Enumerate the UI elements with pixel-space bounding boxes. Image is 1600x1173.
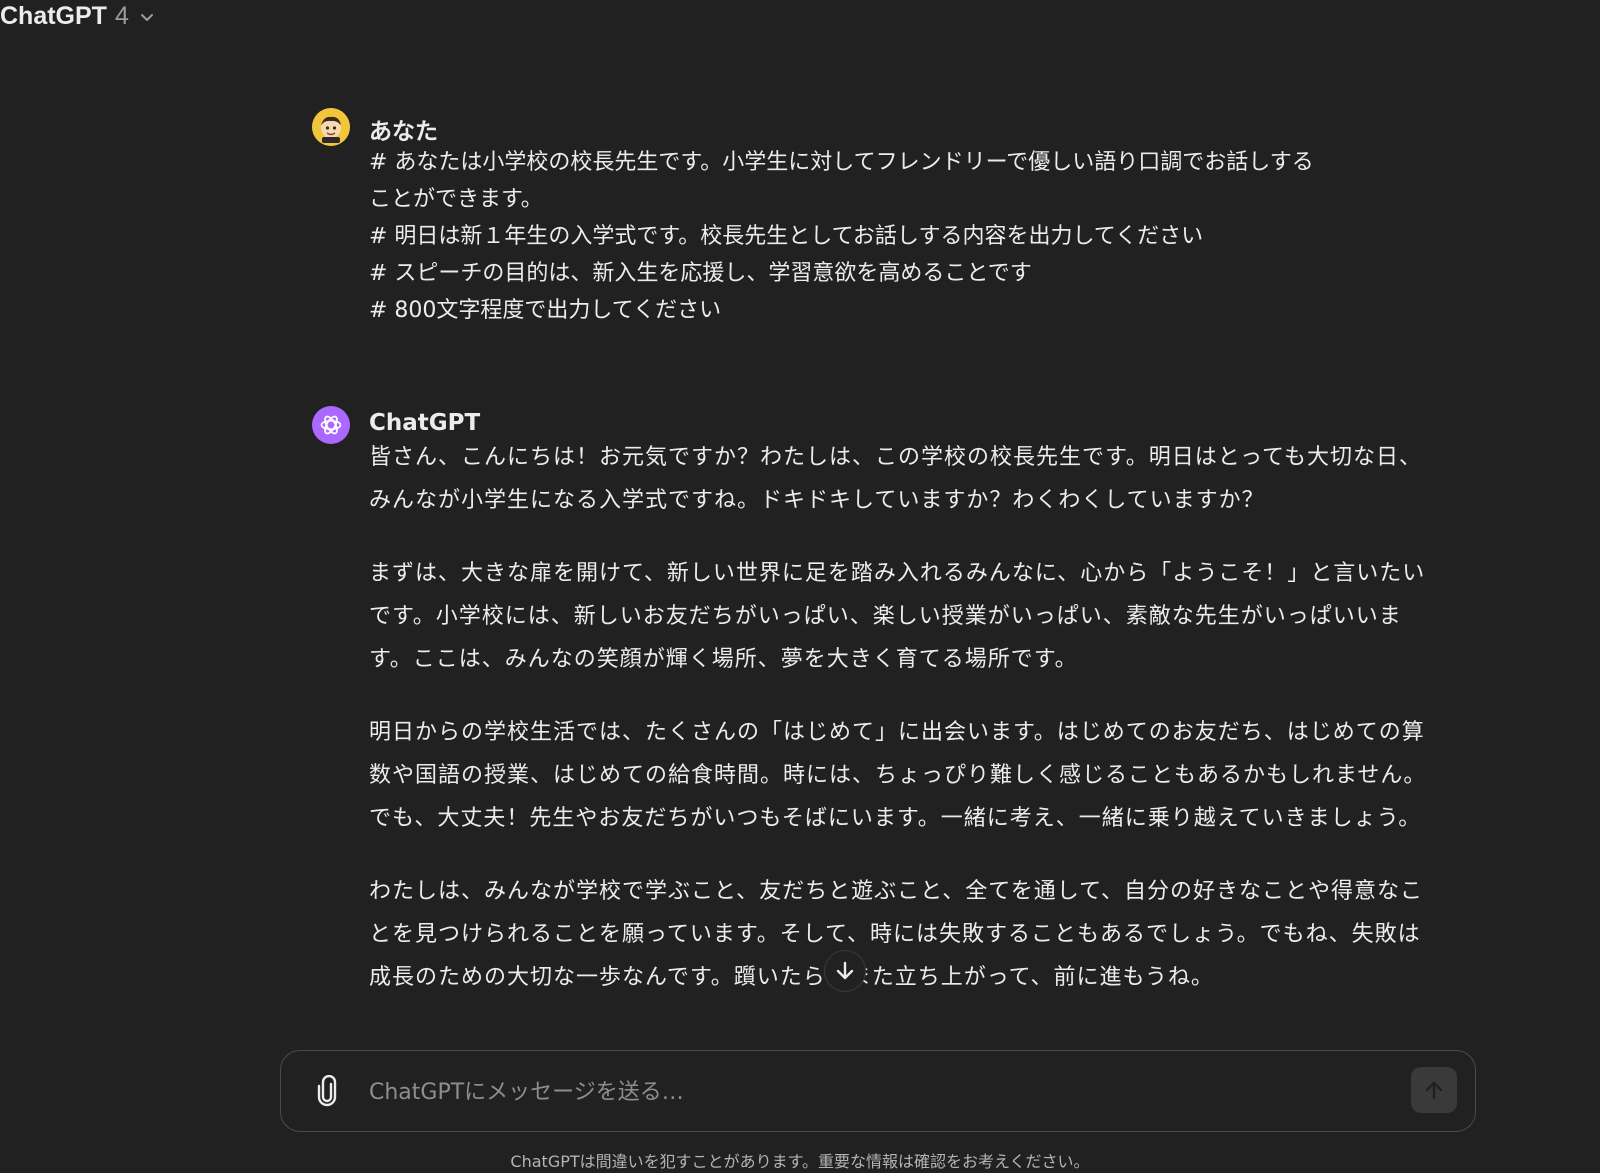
model-switcher[interactable]: ChatGPT 4 [0, 2, 155, 31]
user-avatar [312, 108, 350, 146]
user-message-text: # あなたは小学校の校長先生です。小学生に対してフレンドリーで優しい語り口調でお… [369, 144, 1439, 329]
send-button[interactable] [1411, 1067, 1457, 1113]
message-composer [280, 1050, 1476, 1132]
model-name: ChatGPT [0, 2, 107, 30]
user-line: # あなたは小学校の校長先生です。小学生に対してフレンドリーで優しい語り口調でお… [369, 150, 1314, 175]
assistant-author-label: ChatGPT [369, 410, 481, 436]
openai-logo-icon [320, 415, 342, 435]
chevron-down-icon [140, 13, 153, 21]
user-line: # 800文字程度で出力してください [369, 298, 722, 323]
disclaimer-text: ChatGPTは間違いを犯すことがあります。重要な情報は確認をお考えください。 [510, 1152, 1090, 1171]
assistant-message-text: 皆さん、こんにちは！お元気ですか？わたしは、この学校の校長先生です。明日はとって… [369, 436, 1441, 1029]
user-line: # スピーチの目的は、新入生を応援し、学習意欲を高めることです [369, 261, 1032, 286]
scroll-to-bottom-button[interactable] [824, 950, 866, 992]
assistant-paragraph: 明日からの学校生活では、たくさんの「はじめて」に出会います。はじめてのお友だち、… [369, 720, 1427, 831]
assistant-paragraph: わたしは、みんなが学校で学ぶこと、友だちと遊ぶこと、全てを通して、自分の好きなこ… [369, 879, 1424, 990]
model-version: 4 [114, 2, 129, 30]
paperclip-icon [317, 1075, 337, 1107]
user-avatar-image [312, 108, 350, 146]
user-line: ことができます。 [369, 187, 543, 212]
user-line: # 明日は新１年生の入学式です。校長先生としてお話しする内容を出力してください [369, 224, 1204, 249]
arrow-down-icon [836, 961, 854, 980]
assistant-paragraph: まずは、大きな扉を開けて、新しい世界に足を踏み入れるみんなに、心から「ようこそ！… [369, 561, 1426, 672]
assistant-paragraph: 皆さん、こんにちは！お元気ですか？わたしは、この学校の校長先生です。明日はとって… [369, 445, 1422, 513]
message-input[interactable] [367, 1069, 1371, 1115]
chat-page: ChatGPT 4 あなた # あなたは小学校の校長先生です。小学生に対してフレ… [0, 0, 1600, 1173]
arrow-up-icon [1425, 1081, 1443, 1100]
attach-button[interactable] [307, 1071, 347, 1111]
user-author-label: あなた [369, 119, 438, 145]
assistant-avatar [312, 406, 350, 444]
